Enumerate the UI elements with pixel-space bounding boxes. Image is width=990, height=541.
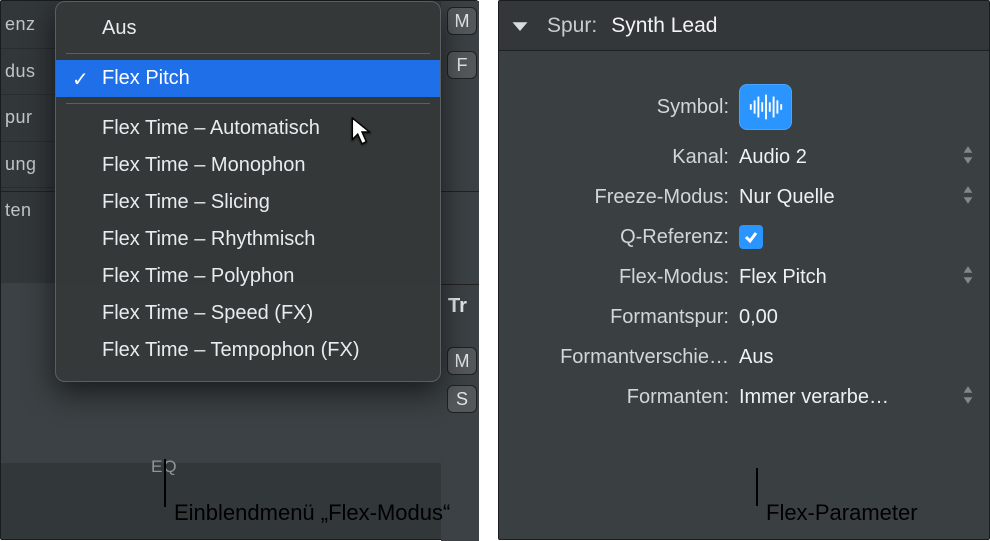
menu-item-label: Flex Pitch	[102, 67, 190, 89]
stepper-icon[interactable]	[961, 186, 977, 209]
checkmark-icon: ✓	[72, 67, 89, 92]
value-text: Audio 2	[739, 146, 807, 169]
sidebar-fragment: ten	[1, 187, 63, 234]
menu-divider	[66, 53, 430, 54]
check-icon	[743, 229, 759, 245]
value-text: Aus	[739, 346, 773, 369]
formanten-value[interactable]: Immer verarbe…	[739, 386, 977, 409]
track-button-strip: M F Tr M S	[441, 1, 479, 541]
inspector-panel: Spur: Synth Lead Symbol:	[498, 0, 990, 540]
flex-mode-popup[interactable]: Aus ✓ Flex Pitch Flex Time – Automatisch…	[55, 1, 441, 382]
menu-item-flex-time-mono[interactable]: Flex Time – Monophon	[56, 147, 440, 184]
flex-button[interactable]: F	[447, 51, 477, 79]
menu-item-flex-pitch[interactable]: ✓ Flex Pitch	[56, 60, 440, 97]
flexmodus-value[interactable]: Flex Pitch	[739, 266, 977, 289]
value-text: Immer verarbe…	[739, 386, 889, 409]
callout-line	[756, 468, 758, 506]
menu-item-label: Flex Time – Automatisch	[102, 117, 320, 139]
menu-item-label: Aus	[102, 17, 136, 39]
divider	[441, 284, 479, 285]
inspector-body: Symbol: Kana	[499, 51, 989, 417]
track-label: Spur:	[547, 14, 597, 38]
stepper-icon[interactable]	[961, 146, 977, 169]
menu-divider	[66, 103, 430, 104]
callout-flex-mode-menu: Einblendmenü „Flex-Modus“	[174, 500, 450, 526]
cursor-icon	[351, 117, 377, 147]
stepper-icon[interactable]	[961, 266, 977, 289]
formanten-label: Formanten:	[499, 386, 739, 409]
value-text: Nur Quelle	[739, 186, 835, 209]
mute-button[interactable]: M	[447, 7, 477, 35]
waveform-icon	[747, 92, 785, 122]
callout-flex-parameter: Flex-Parameter	[766, 500, 918, 526]
truncated-sidebar: enz dus pur ung ten	[1, 1, 63, 301]
menu-item-flex-time-poly[interactable]: Flex Time – Polyphon	[56, 258, 440, 295]
left-panel: enz dus pur ung ten M F Tr M S EQ Aus ✓ …	[0, 0, 478, 540]
symbol-label: Symbol:	[499, 96, 739, 119]
qref-label: Q-Referenz:	[499, 226, 739, 249]
sidebar-fragment: pur	[1, 94, 63, 141]
disclosure-triangle-icon[interactable]	[507, 13, 533, 39]
formantversch-label: Formantverschie…	[499, 346, 739, 369]
callout-line	[164, 459, 166, 507]
flexmodus-label: Flex-Modus:	[499, 266, 739, 289]
value-text: 0,00	[739, 306, 778, 329]
menu-item-flex-time-slicing[interactable]: Flex Time – Slicing	[56, 184, 440, 221]
menu-item-label: Flex Time – Slicing	[102, 191, 270, 213]
menu-item-label: Flex Time – Rhythmisch	[102, 228, 315, 250]
track-name: Synth Lead	[611, 14, 717, 38]
mute-button[interactable]: M	[447, 347, 477, 375]
menu-item-label: Flex Time – Monophon	[102, 154, 305, 176]
formantspur-label: Formantspur:	[499, 306, 739, 329]
divider	[441, 191, 479, 192]
value-text: Flex Pitch	[739, 266, 827, 289]
menu-item-flex-time-tempophon[interactable]: Flex Time – Tempophon (FX)	[56, 332, 440, 369]
kanal-label: Kanal:	[499, 146, 739, 169]
track-section-label: Tr	[448, 295, 467, 318]
kanal-value[interactable]: Audio 2	[739, 146, 977, 169]
sidebar-fragment: enz	[1, 1, 63, 48]
formantversch-value[interactable]: Aus	[739, 346, 977, 369]
freeze-value[interactable]: Nur Quelle	[739, 186, 977, 209]
inspector-header[interactable]: Spur: Synth Lead	[499, 1, 989, 51]
track-icon-button[interactable]	[739, 84, 792, 130]
menu-item-label: Flex Time – Polyphon	[102, 265, 294, 287]
menu-item-label: Flex Time – Tempophon (FX)	[102, 339, 360, 361]
sidebar-fragment: ung	[1, 141, 63, 188]
menu-item-flex-time-auto[interactable]: Flex Time – Automatisch	[56, 110, 440, 147]
qref-checkbox[interactable]	[739, 225, 763, 249]
menu-item-flex-time-speed[interactable]: Flex Time – Speed (FX)	[56, 295, 440, 332]
sidebar-fragment: dus	[1, 48, 63, 95]
formantspur-value[interactable]: 0,00	[739, 306, 977, 329]
menu-item-aus[interactable]: Aus	[56, 10, 440, 47]
stepper-icon[interactable]	[961, 386, 977, 409]
solo-button[interactable]: S	[447, 385, 477, 413]
menu-item-flex-time-rhythmic[interactable]: Flex Time – Rhythmisch	[56, 221, 440, 258]
freeze-label: Freeze-Modus:	[499, 186, 739, 209]
menu-item-label: Flex Time – Speed (FX)	[102, 302, 313, 324]
